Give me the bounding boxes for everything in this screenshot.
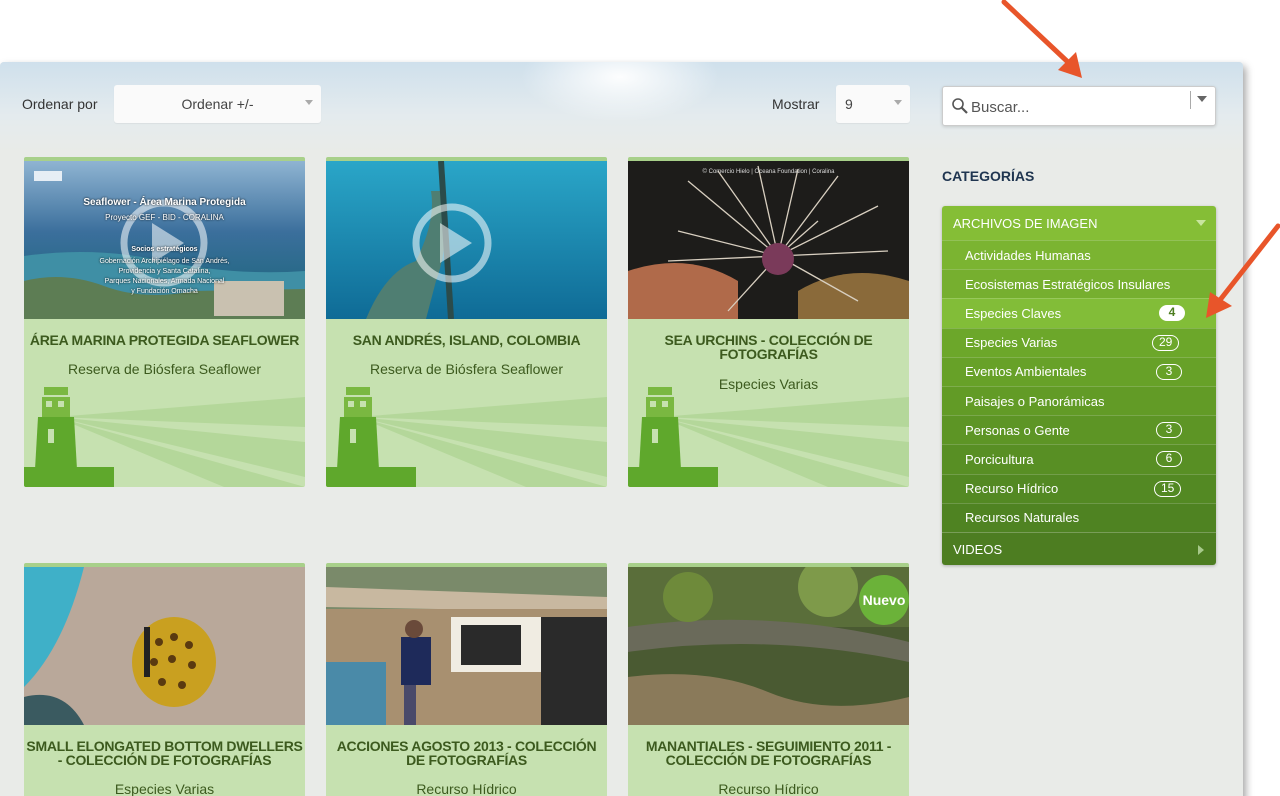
category-item-label: Paisajes o Panorámicas (965, 393, 1105, 409)
show-select[interactable]: 9 (836, 85, 910, 123)
annotation-arrow-icon (1206, 223, 1280, 318)
card-category: Reserva de Biósfera Seaflower (370, 361, 563, 377)
category-count-badge: 29 (1152, 334, 1180, 351)
category-item-label: Especies Claves (965, 305, 1062, 321)
search-icon (952, 98, 968, 114)
category-item-active[interactable]: Especies Claves 4 (942, 298, 1216, 328)
lighthouse-illustration (326, 387, 607, 487)
card-title[interactable]: ACCIONES AGOSTO 2013 - COLECCIÓN DE FOTO… (326, 739, 607, 767)
card-title[interactable]: SEA URCHINS - COLECCIÓN DE FOTOGRAFÍAS (628, 333, 909, 361)
category-item-label: Recurso Hídrico (965, 481, 1059, 497)
card-title[interactable]: MANANTIALES - SEGUIMIENTO 2011 - COLECCI… (628, 739, 909, 767)
card-thumbnail[interactable]: Nuevo (628, 567, 909, 725)
gallery-card[interactable]: Seaflower - Área Marina Protegida Proyec… (24, 157, 305, 487)
category-item[interactable]: Recursos Naturales (942, 502, 1216, 532)
photo-credit: © Comercio Hielo | Oceana Foundation | C… (702, 169, 835, 175)
gallery-card[interactable]: Nuevo MANANTIALES - SEGUIMIENTO 2011 - C… (628, 563, 909, 796)
category-item[interactable]: Recurso Hídrico 15 (942, 473, 1216, 503)
gallery-card[interactable]: © Comercio Hielo | Oceana Foundation | C… (628, 157, 909, 487)
category-count-badge: 3 (1156, 422, 1182, 439)
show-select-value: 9 (845, 96, 853, 112)
category-count-badge: 4 (1159, 305, 1185, 322)
gallery-card[interactable]: SAN ANDRÉS, ISLAND, COLOMBIA Reserva de … (326, 157, 607, 487)
card-title[interactable]: SMALL ELONGATED BOTTOM DWELLERS - COLECC… (24, 739, 305, 767)
category-item-label: Personas o Gente (965, 422, 1070, 438)
search-input[interactable] (971, 95, 1181, 119)
lighthouse-illustration (24, 387, 305, 487)
categories-title: CATEGORÍAS (942, 168, 1035, 184)
category-count-badge: 3 (1156, 363, 1182, 380)
category-item-label: Recursos Naturales (965, 510, 1080, 526)
gallery-card[interactable]: ACCIONES AGOSTO 2013 - COLECCIÓN DE FOTO… (326, 563, 607, 796)
category-item[interactable]: Paisajes o Panorámicas (942, 385, 1216, 416)
chevron-right-icon (1198, 544, 1204, 555)
chevron-down-icon (894, 100, 902, 105)
categories-menu: ARCHIVOS DE IMAGEN Actividades Humanas E… (942, 206, 1216, 565)
thumbnail-overlay-partners: Parques Nacionales, Armada Nacional (104, 278, 225, 285)
category-group-videos[interactable]: VIDEOS (942, 531, 1216, 565)
sun-glow (520, 62, 720, 122)
annotation-arrow-icon (1001, 0, 1082, 78)
thumbnail-overlay-partners-heading: Socios estratégicos (131, 246, 198, 253)
chevron-down-icon[interactable] (1197, 96, 1207, 102)
category-group-images[interactable]: ARCHIVOS DE IMAGEN (942, 206, 1216, 240)
category-item[interactable]: Eventos Ambientales 3 (942, 356, 1216, 386)
category-item[interactable]: Personas o Gente 3 (942, 415, 1216, 445)
sort-select[interactable]: Ordenar +/- (114, 85, 321, 123)
card-category: Reserva de Biósfera Seaflower (68, 361, 261, 377)
category-item-label: Porcicultura (965, 451, 1034, 467)
category-count-badge: 15 (1154, 480, 1182, 497)
category-item[interactable]: Actividades Humanas (942, 240, 1216, 270)
category-group-label: VIDEOS (953, 541, 1003, 557)
category-count-badge: 6 (1156, 451, 1182, 468)
category-item[interactable]: Especies Varias 29 (942, 327, 1216, 357)
card-thumbnail[interactable] (326, 567, 607, 725)
lighthouse-illustration (628, 387, 909, 487)
sort-label: Ordenar por (22, 96, 98, 112)
search-box[interactable] (942, 86, 1216, 126)
thumbnail-overlay-title: Seaflower - Área Marina Protegida (83, 197, 246, 208)
chevron-down-icon (305, 100, 313, 105)
card-thumbnail[interactable] (326, 161, 607, 319)
card-title[interactable]: SAN ANDRÉS, ISLAND, COLOMBIA (326, 333, 607, 347)
thumbnail-overlay-partners: Providencia y Santa Catalina, (118, 268, 211, 275)
category-group-label: ARCHIVOS DE IMAGEN (953, 215, 1098, 231)
sort-select-value: Ordenar +/- (181, 96, 254, 112)
thumbnail-overlay-partners: y Fundación Omacha (131, 288, 198, 295)
card-category: Recurso Hídrico (416, 781, 517, 796)
thumbnail-overlay-project: Proyecto GEF - BID - CORALINA (105, 213, 224, 222)
category-item[interactable]: Porcicultura 6 (942, 444, 1216, 474)
category-item-label: Actividades Humanas (965, 247, 1091, 263)
show-label: Mostrar (772, 96, 820, 112)
thumbnail-overlay-partners: Gobernación Archipiélago de San Andrés, (99, 258, 230, 265)
card-title[interactable]: ÁREA MARINA PROTEGIDA SEAFLOWER (24, 333, 305, 347)
category-item[interactable]: Ecosistemas Estratégicos Insulares (942, 269, 1216, 299)
new-badge: Nuevo (859, 575, 909, 625)
card-thumbnail[interactable]: © Comercio Hielo | Oceana Foundation | C… (628, 161, 909, 319)
category-item-label: Eventos Ambientales (965, 364, 1087, 380)
card-thumbnail[interactable] (24, 567, 305, 725)
card-category: Recurso Hídrico (718, 781, 819, 796)
category-item-label: Ecosistemas Estratégicos Insulares (965, 276, 1171, 292)
search-divider (1190, 91, 1191, 109)
gallery-card[interactable]: SMALL ELONGATED BOTTOM DWELLERS - COLECC… (24, 563, 305, 796)
card-thumbnail[interactable]: Seaflower - Área Marina Protegida Proyec… (24, 161, 305, 319)
card-category: Especies Varias (114, 781, 215, 796)
category-item-label: Especies Varias (965, 335, 1058, 351)
